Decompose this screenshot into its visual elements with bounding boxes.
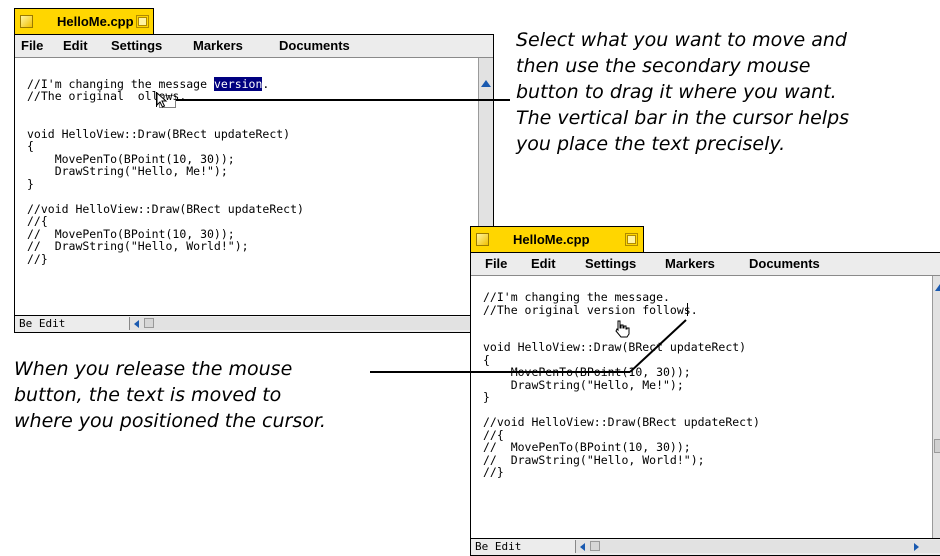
caption-line: The vertical bar in the cursor helps bbox=[516, 107, 850, 129]
code-line: void HelloView::Draw(BRect updateRect) bbox=[483, 340, 747, 354]
menu-bar: File Edit Settings Markers Documents bbox=[15, 35, 493, 58]
code-line: //} bbox=[27, 251, 48, 266]
horizontal-scroll-thumb[interactable] bbox=[590, 541, 600, 551]
code-line: //void HelloView::Draw(BRect updateRect) bbox=[27, 201, 304, 216]
drag-arrow-cursor-icon bbox=[156, 92, 176, 108]
menu-markers[interactable]: Markers bbox=[665, 256, 715, 271]
text-caret bbox=[687, 303, 688, 316]
caption-release-result: When you release the mouse button, the t… bbox=[14, 356, 326, 434]
caption-line: button, the text is moved to bbox=[14, 384, 282, 406]
code-line: // DrawString("Hello, World!"); bbox=[483, 452, 705, 467]
caption-line: where you positioned the cursor. bbox=[14, 410, 326, 432]
menu-bar: File Edit Settings Markers Documents bbox=[471, 253, 940, 276]
zoom-box-icon[interactable] bbox=[136, 15, 149, 28]
horizontal-scroll-thumb[interactable] bbox=[144, 318, 154, 328]
scroll-up-icon[interactable] bbox=[481, 80, 491, 87]
close-box-icon[interactable] bbox=[476, 233, 489, 246]
code-line: void HelloView::Draw(BRect updateRect) bbox=[27, 126, 291, 141]
callout-leader-line bbox=[176, 99, 510, 101]
code-line: } bbox=[483, 390, 490, 404]
window-title-tab[interactable]: HelloMe.cpp bbox=[470, 226, 644, 252]
code-text-area[interactable]: //The original ollows. void HelloView::D… bbox=[27, 90, 304, 265]
scroll-up-icon[interactable] bbox=[935, 284, 940, 291]
scroll-left-icon[interactable] bbox=[580, 543, 585, 551]
caption-line: you place the text precisely. bbox=[516, 133, 786, 155]
menu-edit[interactable]: Edit bbox=[63, 38, 88, 53]
menu-markers[interactable]: Markers bbox=[193, 38, 243, 53]
horizontal-scrollbar[interactable] bbox=[575, 540, 940, 553]
window-frame: File Edit Settings Markers Documents //I… bbox=[14, 34, 494, 333]
window-title: HelloMe.cpp bbox=[57, 14, 134, 29]
code-line: // DrawString("Hello, World!"); bbox=[27, 239, 249, 253]
menu-file[interactable]: File bbox=[485, 256, 507, 271]
caption-line: then use the secondary mouse bbox=[516, 55, 811, 77]
menu-settings[interactable]: Settings bbox=[585, 256, 636, 271]
caption-line: button to drag it where you want. bbox=[516, 81, 837, 103]
editor-window-before: HelloMe.cpp File Edit Settings Markers D… bbox=[14, 8, 494, 333]
status-label: Be Edit bbox=[19, 317, 66, 330]
code-line: DrawString("Hello, Me!"); bbox=[27, 164, 228, 178]
callout-leader-line bbox=[629, 319, 687, 373]
scroll-right-icon[interactable] bbox=[914, 543, 919, 551]
caption-line: Select what you want to move and bbox=[516, 29, 847, 51]
code-line: //} bbox=[483, 465, 504, 479]
caption-drag-instructions: Select what you want to move and then us… bbox=[516, 27, 849, 157]
menu-documents[interactable]: Documents bbox=[749, 256, 820, 271]
window-title: HelloMe.cpp bbox=[513, 232, 590, 247]
scroll-left-icon[interactable] bbox=[134, 320, 139, 328]
callout-leader-line bbox=[370, 371, 630, 373]
window-frame: File Edit Settings Markers Documents //I… bbox=[470, 252, 940, 556]
menu-documents[interactable]: Documents bbox=[279, 38, 350, 53]
window-title-tab[interactable]: HelloMe.cpp bbox=[14, 8, 154, 34]
code-line: } bbox=[27, 176, 34, 191]
selected-text[interactable]: version bbox=[213, 77, 263, 91]
code-text-after: . bbox=[262, 77, 270, 91]
status-label: Be Edit bbox=[475, 540, 522, 553]
horizontal-scrollbar[interactable] bbox=[129, 317, 479, 330]
code-line: //The original version follows. bbox=[483, 302, 698, 317]
caption-line: When you release the mouse bbox=[14, 358, 293, 380]
menu-edit[interactable]: Edit bbox=[531, 256, 556, 271]
vertical-scroll-thumb[interactable] bbox=[934, 439, 940, 453]
editor-window-after: HelloMe.cpp File Edit Settings Markers D… bbox=[470, 226, 940, 556]
code-line: DrawString("Hello, Me!"); bbox=[483, 377, 684, 392]
menu-settings[interactable]: Settings bbox=[111, 38, 162, 53]
menu-file[interactable]: File bbox=[21, 38, 43, 53]
vertical-scrollbar[interactable] bbox=[932, 276, 940, 539]
status-bar: Be Edit bbox=[15, 315, 493, 332]
code-line: //void HelloView::Draw(BRect updateRect) bbox=[483, 415, 760, 429]
status-bar: Be Edit bbox=[471, 538, 940, 555]
close-box-icon[interactable] bbox=[20, 15, 33, 28]
zoom-box-icon[interactable] bbox=[625, 233, 638, 246]
